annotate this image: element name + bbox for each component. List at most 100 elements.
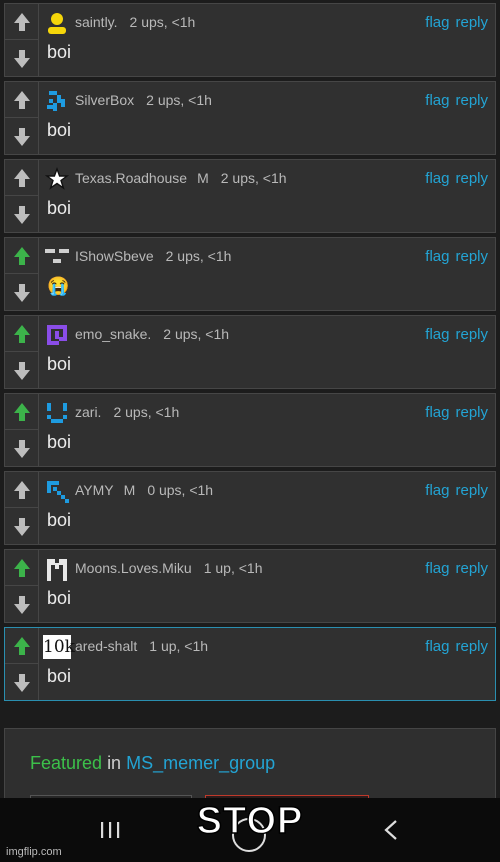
downvote-button[interactable] (5, 119, 38, 155)
flag-link[interactable]: flag (425, 14, 449, 31)
downvote-button[interactable] (5, 41, 38, 77)
comment-actions: flag reply (419, 560, 488, 577)
vote-controls (5, 394, 39, 466)
downvote-button[interactable] (5, 275, 38, 311)
username-link[interactable]: AYMY (75, 482, 114, 498)
comment-text: boi (47, 432, 72, 452)
10k-icon[interactable]: 10k (43, 635, 75, 659)
comment-meta: saintly. 2 ups, <1h (75, 14, 195, 30)
comment: Moons.Loves.Miku 1 up, <1h flag reply boi (4, 549, 496, 623)
comment: IShowSbeve 2 ups, <1h flag reply 😭 (4, 237, 496, 311)
username-link[interactable]: Moons.Loves.Miku (75, 560, 192, 576)
comment-actions: flag reply (419, 14, 488, 31)
blue-pixel-icon[interactable] (45, 89, 69, 113)
comment-meta: ared-shalt 1 up, <1h (75, 638, 208, 654)
downvote-button[interactable] (5, 197, 38, 233)
upvote-button[interactable] (5, 160, 38, 196)
ups-timestamp: 1 up, <1h (149, 638, 209, 654)
downvote-button[interactable] (5, 431, 38, 467)
comment-actions: flag reply (419, 92, 488, 109)
featured-text: Featured in MS_memer_group (30, 753, 275, 774)
comment-actions: flag reply (419, 638, 488, 655)
username-link[interactable]: ared-shalt (75, 638, 137, 654)
blue-face-pixel-icon[interactable] (45, 401, 69, 425)
downvote-button[interactable] (5, 353, 38, 389)
flag-link[interactable]: flag (425, 326, 449, 343)
ups-timestamp: 2 ups, <1h (146, 92, 212, 108)
white-pixel-icon[interactable] (45, 557, 69, 581)
reply-link[interactable]: reply (455, 638, 488, 655)
vote-controls (5, 550, 39, 622)
username-link[interactable]: emo_snake. (75, 326, 151, 342)
upvote-button[interactable] (5, 316, 38, 352)
reply-link[interactable]: reply (455, 248, 488, 265)
ups-timestamp: 2 ups, <1h (129, 14, 196, 30)
username-link[interactable]: zari. (75, 404, 101, 420)
flag-link[interactable]: flag (425, 404, 449, 421)
featured-group-link[interactable]: MS_memer_group (126, 753, 275, 773)
imgflip-watermark: imgflip.com (6, 846, 62, 858)
ups-timestamp: 2 ups, <1h (163, 326, 230, 342)
ups-timestamp: 2 ups, <1h (220, 170, 287, 186)
purple-pixel-icon[interactable] (45, 323, 69, 347)
upvote-button[interactable] (5, 4, 38, 40)
comment: SilverBox 2 ups, <1h flag reply boi (4, 81, 496, 155)
upvote-button[interactable] (5, 472, 38, 508)
flag-link[interactable]: flag (425, 170, 449, 187)
upvote-button[interactable] (5, 550, 38, 586)
username-link[interactable]: IShowSbeve (75, 248, 154, 264)
comment-text: boi (47, 120, 72, 140)
blue-arrow-pixel-icon[interactable] (45, 479, 69, 503)
vote-controls (5, 238, 39, 310)
reply-link[interactable]: reply (455, 482, 488, 499)
mod-badge: M (123, 482, 136, 498)
downvote-button[interactable] (5, 509, 38, 545)
comment-meta: IShowSbeve 2 ups, <1h (75, 248, 231, 264)
upvote-button[interactable] (5, 394, 38, 430)
flag-link[interactable]: flag (425, 92, 449, 109)
upvote-button[interactable] (5, 628, 38, 664)
comment: emo_snake. 2 ups, <1h flag reply boi (4, 315, 496, 389)
yellow-person-icon[interactable] (45, 11, 69, 35)
reply-link[interactable]: reply (455, 326, 488, 343)
reply-link[interactable]: reply (455, 404, 488, 421)
reply-link[interactable]: reply (455, 170, 488, 187)
avatar-text: 10k (43, 635, 75, 659)
comment-meta: Moons.Loves.Miku 1 up, <1h (75, 560, 263, 576)
downvote-button[interactable] (5, 665, 38, 701)
comment-meta: SilverBox 2 ups, <1h (75, 92, 212, 108)
comment-meta: emo_snake. 2 ups, <1h (75, 326, 229, 342)
vote-controls (5, 160, 39, 232)
star-icon[interactable] (44, 166, 70, 191)
vote-controls (5, 316, 39, 388)
comment-text: boi (47, 666, 72, 686)
gray-pixel-icon[interactable] (45, 245, 69, 269)
username-link[interactable]: SilverBox (75, 92, 134, 108)
comment: saintly. 2 ups, <1h flag reply boi (4, 3, 496, 77)
downvote-button[interactable] (5, 587, 38, 623)
comment-meta: zari. 2 ups, <1h (75, 404, 179, 420)
comment-actions: flag reply (419, 170, 488, 187)
vote-controls (5, 4, 39, 76)
comment: 10k ared-shalt 1 up, <1h flag reply boi (4, 627, 496, 701)
vote-controls (5, 82, 39, 154)
flag-link[interactable]: flag (425, 638, 449, 655)
flag-link[interactable]: flag (425, 560, 449, 577)
username-link[interactable]: saintly. (75, 14, 118, 30)
reply-link[interactable]: reply (455, 92, 488, 109)
comment: AYMY M 0 ups, <1h flag reply boi (4, 471, 496, 545)
flag-link[interactable]: flag (425, 248, 449, 265)
comment-actions: flag reply (419, 482, 488, 499)
upvote-button[interactable] (5, 238, 38, 274)
featured-label: Featured (30, 753, 103, 773)
comment: Texas.Roadhouse M 2 ups, <1h flag reply boi (4, 159, 496, 233)
comment-text: boi (47, 588, 72, 608)
reply-link[interactable]: reply (455, 560, 488, 577)
username-link[interactable]: Texas.Roadhouse (75, 170, 187, 186)
comment-text: 😭 (47, 276, 70, 296)
reply-link[interactable]: reply (455, 14, 488, 31)
comment-text: boi (47, 354, 72, 374)
comment: zari. 2 ups, <1h flag reply boi (4, 393, 496, 467)
upvote-button[interactable] (5, 82, 38, 118)
flag-link[interactable]: flag (425, 482, 449, 499)
